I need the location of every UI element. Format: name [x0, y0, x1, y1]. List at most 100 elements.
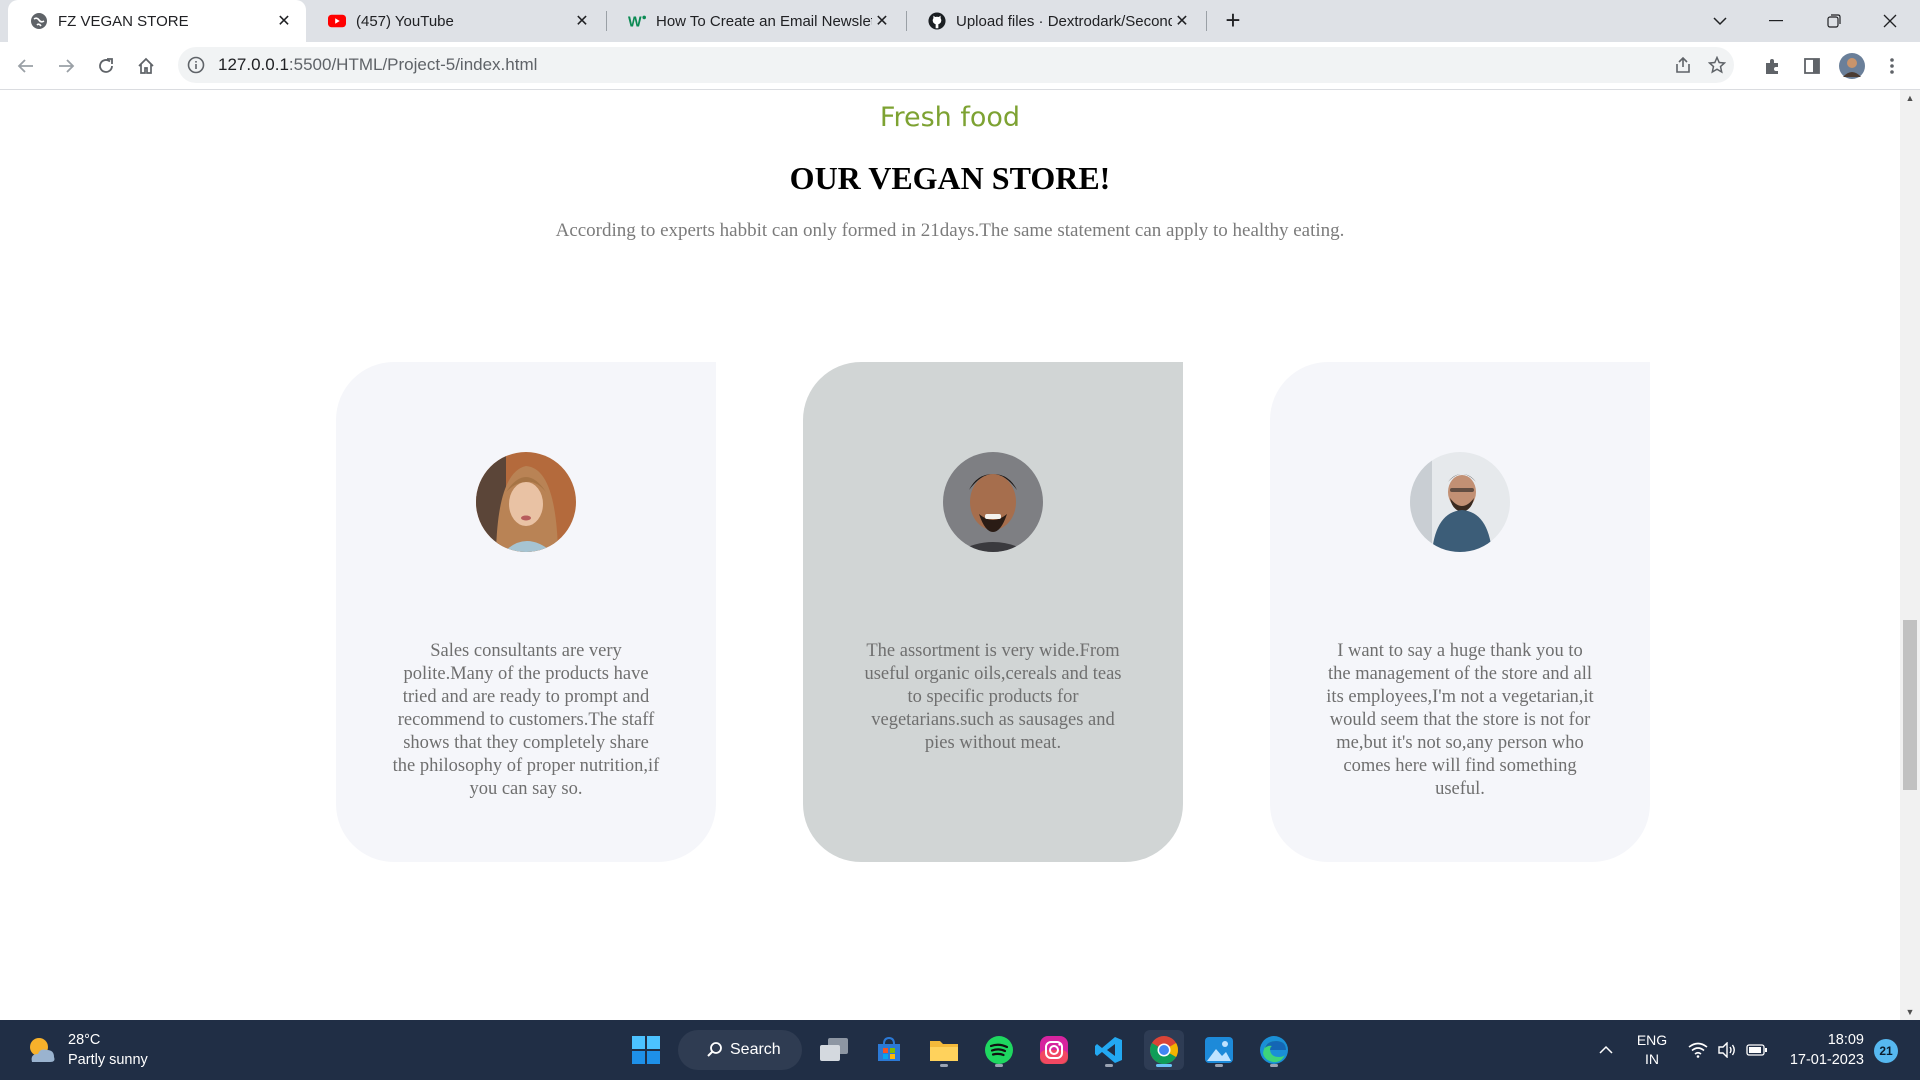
close-icon: [1883, 14, 1897, 28]
running-indicator: [940, 1064, 948, 1067]
chevron-down-icon: [1713, 17, 1727, 26]
running-indicator: [1270, 1064, 1278, 1067]
testimonial-card: The assortment is very wide.From useful …: [803, 362, 1183, 862]
taskbar-clock[interactable]: 18:09 17-01-2023: [1762, 1030, 1864, 1070]
chevron-up-icon: [1599, 1045, 1613, 1054]
tab-title: How To Create an Email Newslett: [656, 12, 872, 30]
scroll-up-arrow[interactable]: ▲: [1900, 90, 1920, 106]
reload-icon: [99, 58, 113, 73]
weather-condition: Partly sunny: [68, 1052, 148, 1068]
input-language[interactable]: ENG IN: [1636, 1020, 1668, 1080]
kebab-menu-icon: [1890, 58, 1894, 74]
back-button[interactable]: [12, 52, 40, 80]
close-tab-icon[interactable]: ✕: [872, 11, 892, 31]
restore-button[interactable]: [1806, 0, 1862, 42]
tab-github-upload[interactable]: Upload files · Dextrodark/Second ✕: [906, 0, 1204, 42]
photos-icon[interactable]: [1199, 1030, 1239, 1070]
tab-separator: [1206, 11, 1207, 31]
tab-youtube[interactable]: (457) YouTube ✕: [306, 0, 604, 42]
taskbar-search[interactable]: Search: [678, 1030, 802, 1070]
weather-temperature: 28°C: [68, 1032, 101, 1048]
tab-fz-vegan-store[interactable]: FZ VEGAN STORE ✕: [8, 0, 306, 42]
avatar: [1410, 452, 1510, 552]
clock-date: 17-01-2023: [1789, 1052, 1864, 1068]
tab-strip: FZ VEGAN STORE ✕ (457) YouTube ✕ W How T…: [0, 0, 1920, 42]
instagram-icon[interactable]: [1034, 1030, 1074, 1070]
browser-toolbar: 127.0.0.1:5500/HTML/Project-5/index.html: [0, 42, 1920, 90]
windows-logo-icon: [632, 1036, 660, 1064]
start-button[interactable]: [626, 1030, 666, 1070]
svg-text:W: W: [628, 14, 642, 29]
language-code: ENG: [1636, 1032, 1668, 1048]
vscode-icon[interactable]: [1089, 1030, 1129, 1070]
minimize-button[interactable]: [1748, 0, 1804, 42]
side-panel-button[interactable]: [1798, 52, 1826, 80]
search-label: Search: [730, 1041, 781, 1058]
reload-button[interactable]: [92, 52, 120, 80]
section-heading: OUR VEGAN STORE!: [789, 160, 1111, 196]
url-text: 127.0.0.1:5500/HTML/Project-5/index.html: [218, 55, 537, 75]
profile-avatar[interactable]: [1838, 52, 1866, 80]
testimonial-text: I want to say a huge thank you to the ma…: [1326, 641, 1594, 799]
side-panel-icon: [1804, 58, 1820, 74]
notification-badge[interactable]: 21: [1874, 1039, 1898, 1063]
search-icon: [707, 1042, 722, 1057]
wix-icon: W: [628, 12, 646, 30]
close-tab-icon[interactable]: ✕: [1172, 11, 1192, 31]
tab-title: FZ VEGAN STORE: [58, 12, 189, 30]
arrow-right-icon: [59, 59, 75, 73]
running-indicator: [1105, 1064, 1113, 1067]
puzzle-icon: [1766, 59, 1778, 74]
avatar: [943, 452, 1043, 552]
testimonial-card: Sales consultants are very polite.Many o…: [336, 362, 716, 862]
tab-search-button[interactable]: [1692, 0, 1748, 42]
extensions-button[interactable]: [1758, 52, 1786, 80]
share-icon[interactable]: [1668, 50, 1698, 80]
wifi-icon[interactable]: [1688, 1020, 1708, 1080]
spotify-icon[interactable]: [979, 1030, 1019, 1070]
edge-icon[interactable]: [1254, 1030, 1294, 1070]
testimonial-text: Sales consultants are very polite.Many o…: [392, 641, 660, 799]
forward-button[interactable]: [52, 52, 80, 80]
taskbar: 28°C Partly sunny Search ENG IN 18:09 17…: [0, 1020, 1920, 1080]
page-scrollbar[interactable]: ▲ ▼: [1900, 90, 1920, 1020]
restore-icon: [1827, 14, 1841, 28]
avatar: [476, 452, 576, 552]
weather-widget[interactable]: 28°C Partly sunny: [26, 1030, 148, 1070]
close-tab-icon[interactable]: ✕: [274, 11, 294, 31]
new-tab-button[interactable]: +: [1220, 7, 1246, 34]
volume-icon[interactable]: [1717, 1020, 1737, 1080]
menu-button[interactable]: [1878, 52, 1906, 80]
tagline: Fresh food: [879, 102, 1021, 133]
task-view-icon[interactable]: [814, 1030, 854, 1070]
partly-sunny-icon: [30, 1038, 55, 1062]
microsoft-store-icon[interactable]: [869, 1030, 909, 1070]
home-button[interactable]: [132, 52, 160, 80]
running-indicator: [995, 1064, 1003, 1067]
scrollbar-thumb[interactable]: [1903, 620, 1917, 790]
github-icon: [928, 12, 946, 30]
youtube-icon: [328, 12, 346, 30]
testimonial-text: The assortment is very wide.From useful …: [864, 641, 1122, 753]
chrome-icon[interactable]: [1144, 1030, 1184, 1070]
file-explorer-icon[interactable]: [924, 1030, 964, 1070]
clock-time: 18:09: [1827, 1032, 1864, 1048]
section-subtitle: According to experts habbit can only for…: [555, 220, 1345, 241]
info-icon[interactable]: [186, 55, 206, 75]
address-bar[interactable]: 127.0.0.1:5500/HTML/Project-5/index.html: [178, 47, 1734, 83]
arrow-left-icon: [17, 59, 33, 73]
testimonial-card: I want to say a huge thank you to the ma…: [1270, 362, 1650, 862]
tab-email-newsletter[interactable]: W How To Create an Email Newslett ✕: [606, 0, 904, 42]
home-icon: [138, 57, 154, 74]
url-host: 127.0.0.1: [218, 55, 289, 74]
close-window-button[interactable]: [1862, 0, 1918, 42]
scroll-down-arrow[interactable]: ▼: [1900, 1004, 1920, 1020]
globe-icon: [30, 12, 48, 30]
minimize-icon: [1769, 20, 1783, 22]
bookmark-star-icon[interactable]: [1702, 50, 1732, 80]
running-indicator: [1156, 1064, 1172, 1067]
running-indicator: [1215, 1064, 1223, 1067]
close-tab-icon[interactable]: ✕: [572, 11, 592, 31]
tab-title: Upload files · Dextrodark/Second: [956, 12, 1172, 30]
show-hidden-icons-button[interactable]: [1598, 1020, 1614, 1080]
